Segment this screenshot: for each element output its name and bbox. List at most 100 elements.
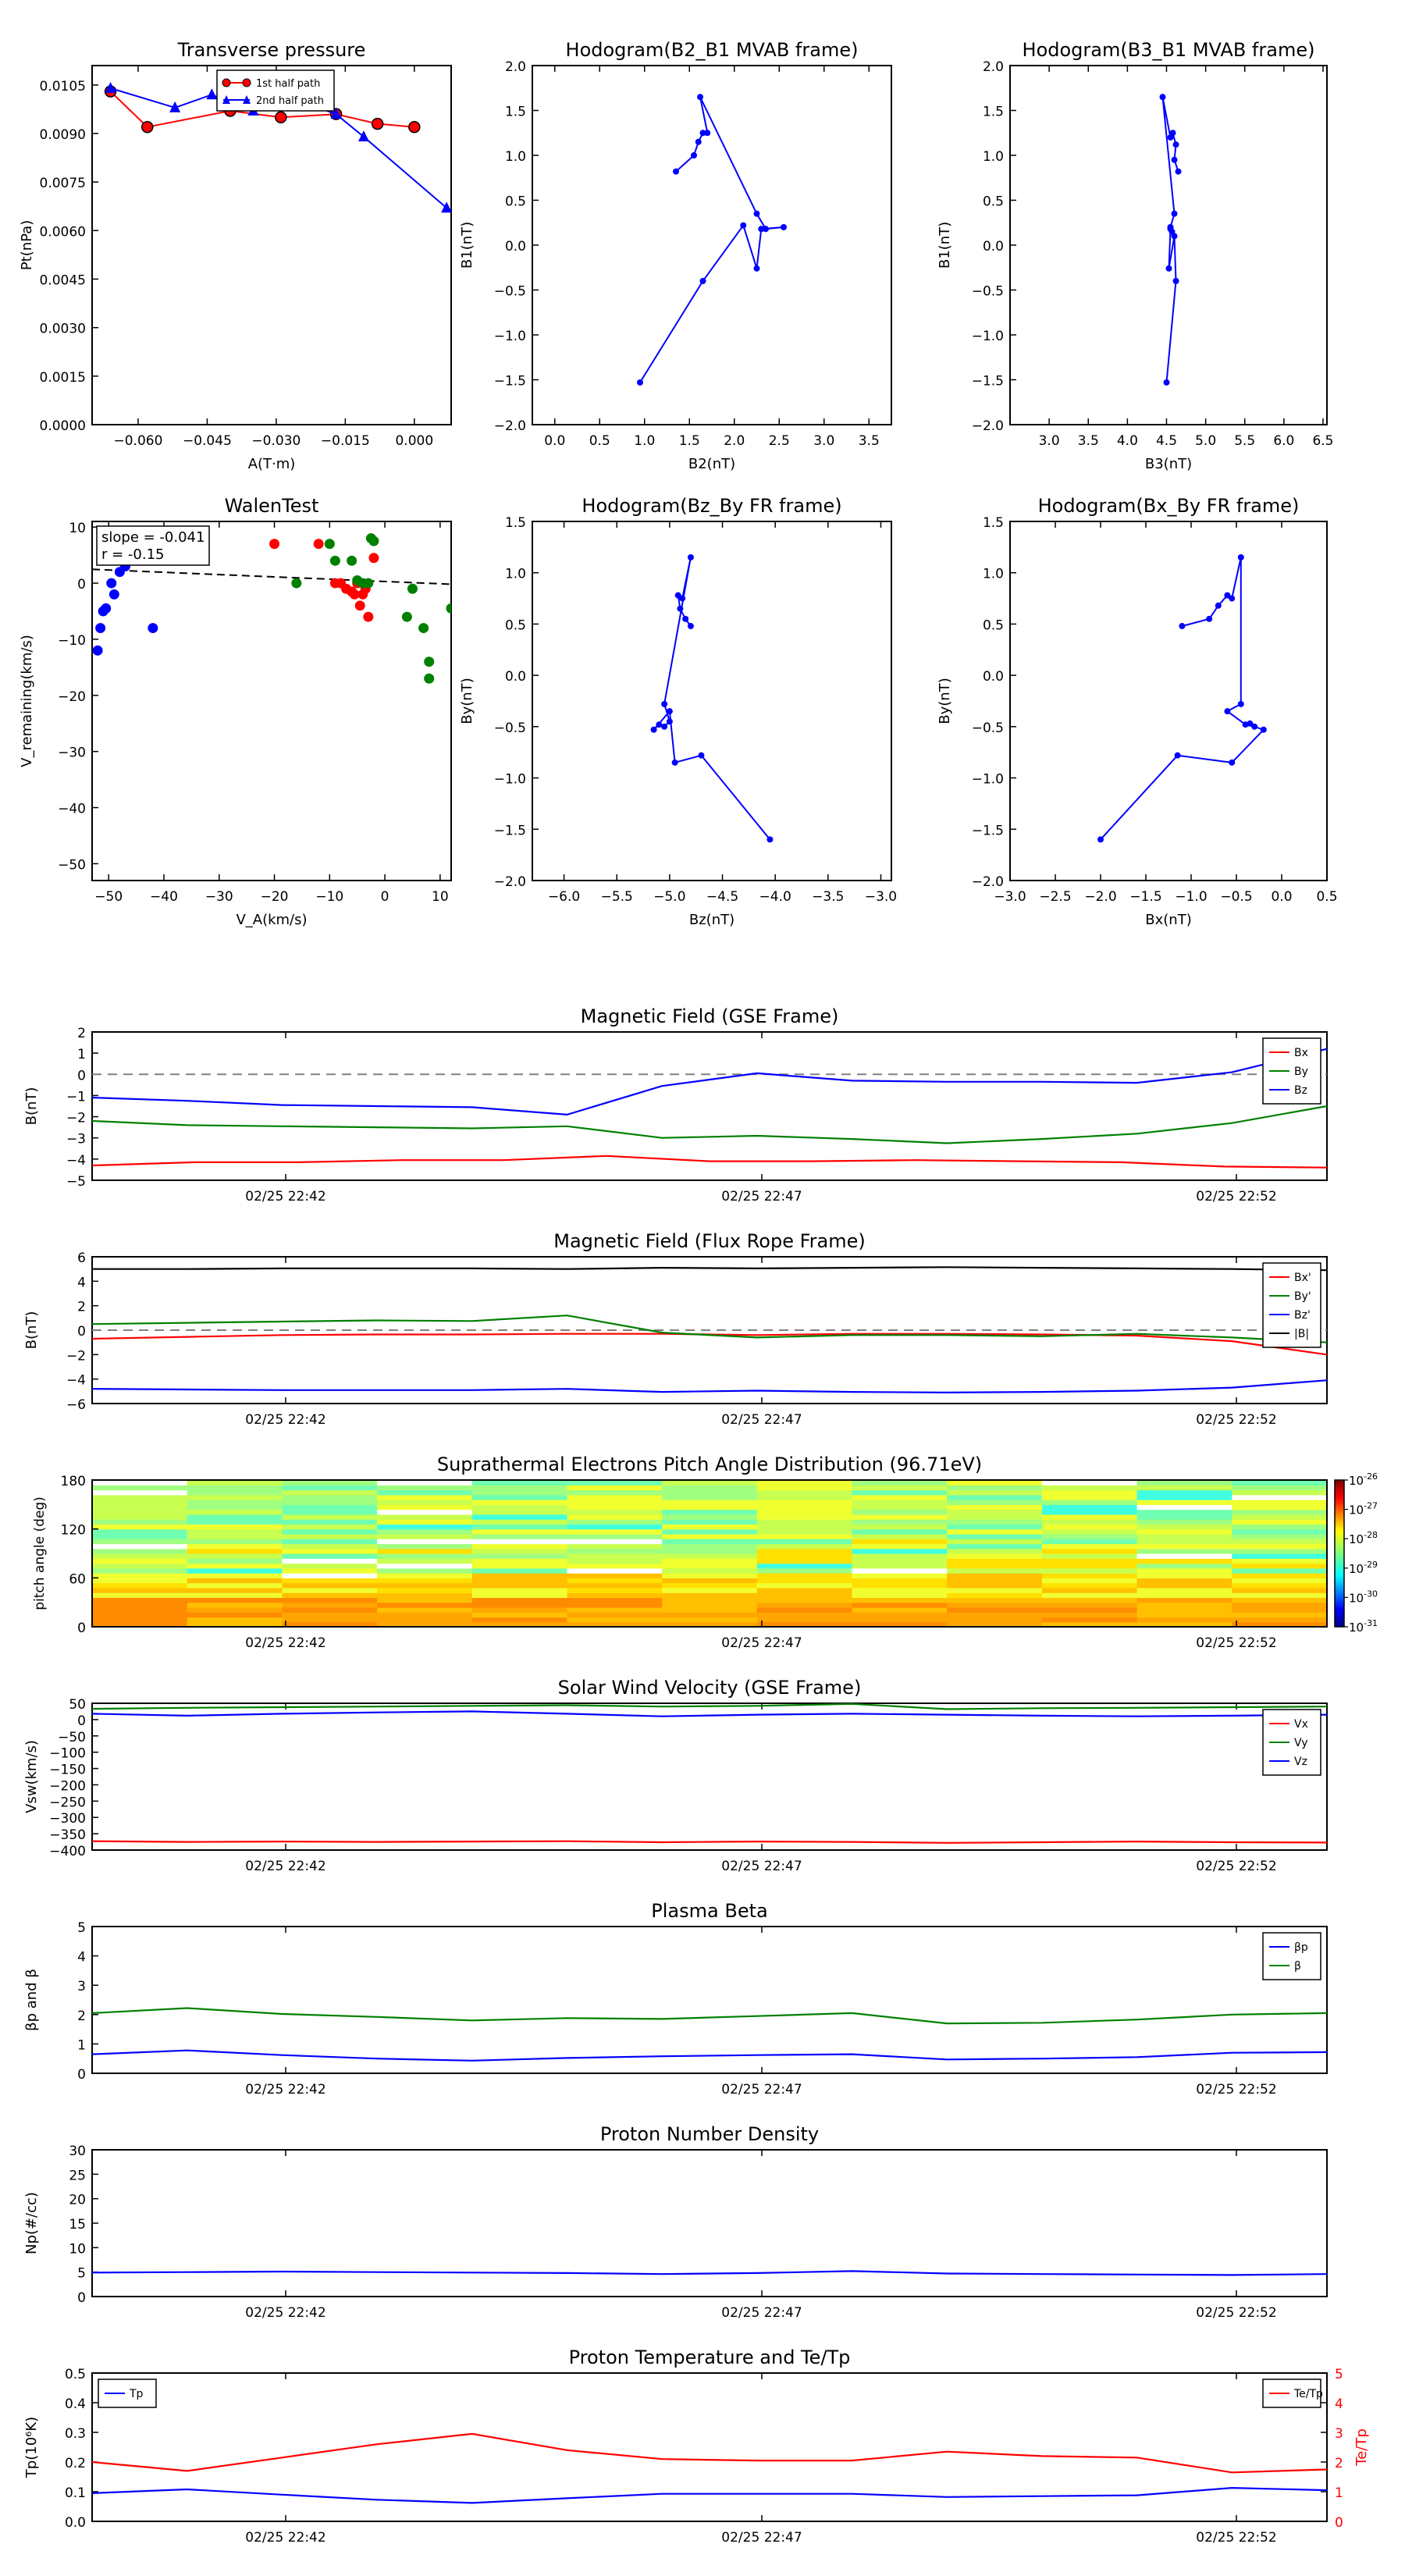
heatmap-cell: [187, 1612, 283, 1618]
heatmap-cell: [471, 1553, 568, 1559]
heatmap-cell: [92, 1573, 188, 1578]
heatmap-cell: [852, 1528, 948, 1535]
heatmap-cell: [377, 1533, 473, 1539]
data-point: [424, 673, 435, 684]
y2-axis-label: Te/Tp: [1353, 2428, 1370, 2467]
y-tick-label: 0.0075: [40, 176, 86, 191]
heatmap-cell: [1232, 1567, 1328, 1574]
heatmap-cell: [567, 1587, 663, 1593]
heatmap-cell: [756, 1500, 853, 1505]
heatmap-cell: [852, 1567, 948, 1574]
heatmap-cell: [756, 1543, 853, 1550]
y-tick-label: 0.0: [983, 669, 1004, 685]
data-point: [275, 111, 287, 124]
heatmap-cell: [471, 1578, 568, 1584]
heatmap-cell: [377, 1494, 473, 1500]
x-tick-label: 02/25 22:47: [721, 2530, 802, 2546]
data-point: [697, 94, 704, 101]
data-point: [1237, 700, 1244, 707]
y-axis-label: By(nT): [459, 678, 475, 724]
heatmap-cell: [947, 1602, 1043, 1608]
heatmap-cell: [377, 1543, 473, 1550]
heatmap-cell: [852, 1519, 948, 1525]
data-point: [1171, 156, 1178, 163]
data-point: [679, 595, 686, 602]
heatmap-cell: [852, 1617, 948, 1623]
x-tick-label: 3.5: [1078, 433, 1099, 449]
heatmap-cell: [1136, 1553, 1232, 1559]
heatmap-cell: [377, 1553, 473, 1559]
data-point: [666, 708, 673, 715]
heatmap-cell: [1232, 1504, 1328, 1510]
heatmap-cell: [377, 1489, 473, 1496]
legend-label: Vz: [1294, 1756, 1307, 1768]
x-tick-label: −4.5: [706, 889, 738, 905]
heatmap-cell: [756, 1553, 853, 1559]
heatmap-cell: [471, 1514, 568, 1520]
colorbar: [1334, 1479, 1345, 1628]
heatmap-cell: [662, 1582, 758, 1589]
heatmap-cell: [1232, 1606, 1328, 1613]
heatmap-cell: [1232, 1519, 1328, 1525]
y-tick-label: 1.0: [505, 149, 526, 165]
heatmap-cell: [947, 1494, 1043, 1500]
x-tick-label: 2.0: [724, 433, 745, 449]
x-tick-label: 5.5: [1234, 433, 1255, 449]
x-tick-label: −0.015: [321, 433, 370, 449]
y-tick-label: 2: [77, 1300, 86, 1315]
heatmap-cell: [187, 1573, 283, 1578]
heatmap-cell: [756, 1504, 853, 1510]
y-tick-label: 0: [77, 577, 86, 592]
heatmap-cell: [1136, 1485, 1232, 1491]
heatmap-cell: [1041, 1528, 1138, 1535]
y-tick-label: −10: [58, 633, 86, 649]
heatmap-cell: [662, 1606, 758, 1613]
data-point: [324, 539, 335, 550]
y-tick-label: 0.5: [65, 2367, 86, 2382]
y-tick-label: −0.5: [494, 284, 526, 300]
heatmap-cell: [567, 1578, 663, 1584]
heatmap-cell: [1041, 1548, 1138, 1554]
heatmap-cell: [662, 1524, 758, 1530]
heatmap-cell: [947, 1553, 1043, 1559]
x-tick-label: 02/25 22:52: [1196, 2082, 1276, 2097]
heatmap-cell: [282, 1563, 378, 1569]
data-point: [108, 589, 119, 600]
heatmap-cell: [662, 1567, 758, 1574]
data-point: [695, 138, 702, 145]
heatmap-cell: [756, 1533, 853, 1539]
heatmap-cell: [471, 1563, 568, 1569]
heatmap-cell: [187, 1539, 283, 1545]
heatmap-cell: [471, 1485, 568, 1491]
y-tick-label: 2: [77, 2008, 86, 2024]
data-point: [354, 600, 365, 611]
data-point: [401, 611, 412, 622]
y-tick-label: 180: [61, 1474, 86, 1489]
heatmap-cell: [947, 1528, 1043, 1535]
heatmap-cell: [187, 1587, 283, 1593]
panel-pad: Suprathermal Electrons Pitch Angle Distr…: [32, 1453, 1378, 1651]
heatmap-cell: [92, 1582, 188, 1589]
heatmap-cell: [662, 1602, 758, 1608]
x-tick-label: 02/25 22:42: [245, 1635, 325, 1651]
heatmap-cell: [282, 1573, 378, 1578]
y-tick-label: 30: [69, 2144, 86, 2159]
heatmap-cell: [662, 1519, 758, 1525]
heatmap-cell: [1041, 1582, 1138, 1589]
heatmap-cell: [852, 1514, 948, 1520]
heatmap-cell: [756, 1587, 853, 1593]
heatmap-cell: [377, 1504, 473, 1510]
heatmap-cell: [567, 1563, 663, 1569]
heatmap-cell: [92, 1528, 188, 1535]
heatmap-cell: [377, 1602, 473, 1608]
y-tick-label: 2: [1335, 2456, 1343, 2471]
heatmap-cell: [852, 1602, 948, 1608]
heatmap-cell: [187, 1504, 283, 1510]
y-axis-label: By(nT): [937, 678, 953, 724]
heatmap-cell: [947, 1543, 1043, 1550]
heatmap-cell: [471, 1504, 568, 1510]
heatmap-cell: [567, 1494, 663, 1500]
heatmap-cell: [662, 1494, 758, 1500]
heatmap-cell: [1136, 1612, 1232, 1618]
panel-title: Magnetic Field (Flux Rope Frame): [553, 1230, 865, 1252]
